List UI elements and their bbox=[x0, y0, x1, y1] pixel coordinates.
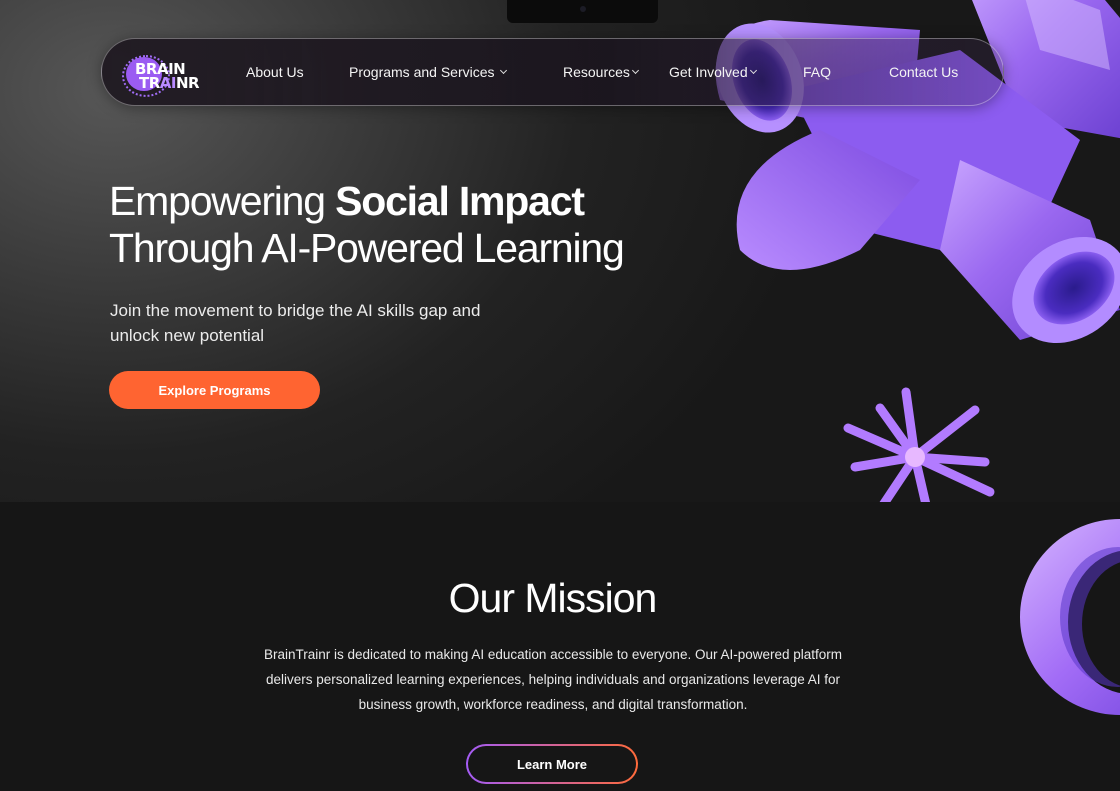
nav-programs-label: Programs and Services bbox=[349, 64, 495, 80]
hero-title: Empowering Social Impact Through AI-Power… bbox=[109, 178, 625, 272]
hero-section: BRAIN TRAINR About Us Programs and Servi… bbox=[0, 0, 1120, 502]
nav-about-us-label: About Us bbox=[246, 64, 304, 80]
nav-resources[interactable]: Resources bbox=[563, 39, 639, 105]
nav-contact-us[interactable]: Contact Us bbox=[889, 39, 958, 105]
nav-resources-label: Resources bbox=[563, 64, 630, 80]
mission-title: Our Mission bbox=[448, 575, 658, 621]
purple-star-decoration bbox=[843, 387, 995, 502]
hero-title-bold: Social Impact bbox=[335, 178, 585, 224]
top-notch bbox=[507, 0, 658, 23]
mission-description: BrainTrainr is dedicated to making AI ed… bbox=[263, 647, 843, 712]
logo-text-line2: TRAINR bbox=[139, 74, 200, 92]
nav-programs-and-services[interactable]: Programs and Services bbox=[349, 39, 507, 105]
chevron-down-icon bbox=[631, 66, 639, 75]
purple-ring-decoration bbox=[1020, 519, 1120, 715]
hero-title-line2: Through AI-Powered Learning bbox=[109, 225, 625, 271]
learn-more-button-border: Learn More bbox=[466, 744, 638, 784]
learn-more-button[interactable]: Learn More bbox=[468, 746, 636, 782]
nav-faq-label: FAQ bbox=[803, 64, 832, 80]
hero-subtitle: Join the movement to bridge the AI skill… bbox=[110, 301, 481, 345]
braintrainr-logo[interactable]: BRAIN TRAINR bbox=[122, 53, 216, 97]
chevron-down-icon bbox=[499, 66, 507, 75]
hero-title-light: Empowering bbox=[109, 178, 336, 224]
explore-programs-button[interactable]: Explore Programs bbox=[109, 371, 320, 409]
nav-faq[interactable]: FAQ bbox=[803, 39, 831, 105]
nav-contact-us-label: Contact Us bbox=[889, 64, 959, 80]
nav-about-us[interactable]: About Us bbox=[246, 39, 304, 105]
nav-get-involved[interactable]: Get Involved bbox=[669, 39, 757, 105]
nav-get-involved-label: Get Involved bbox=[669, 64, 748, 80]
main-navbar: BRAIN TRAINR About Us Programs and Servi… bbox=[101, 38, 1004, 106]
chevron-down-icon bbox=[749, 66, 757, 75]
